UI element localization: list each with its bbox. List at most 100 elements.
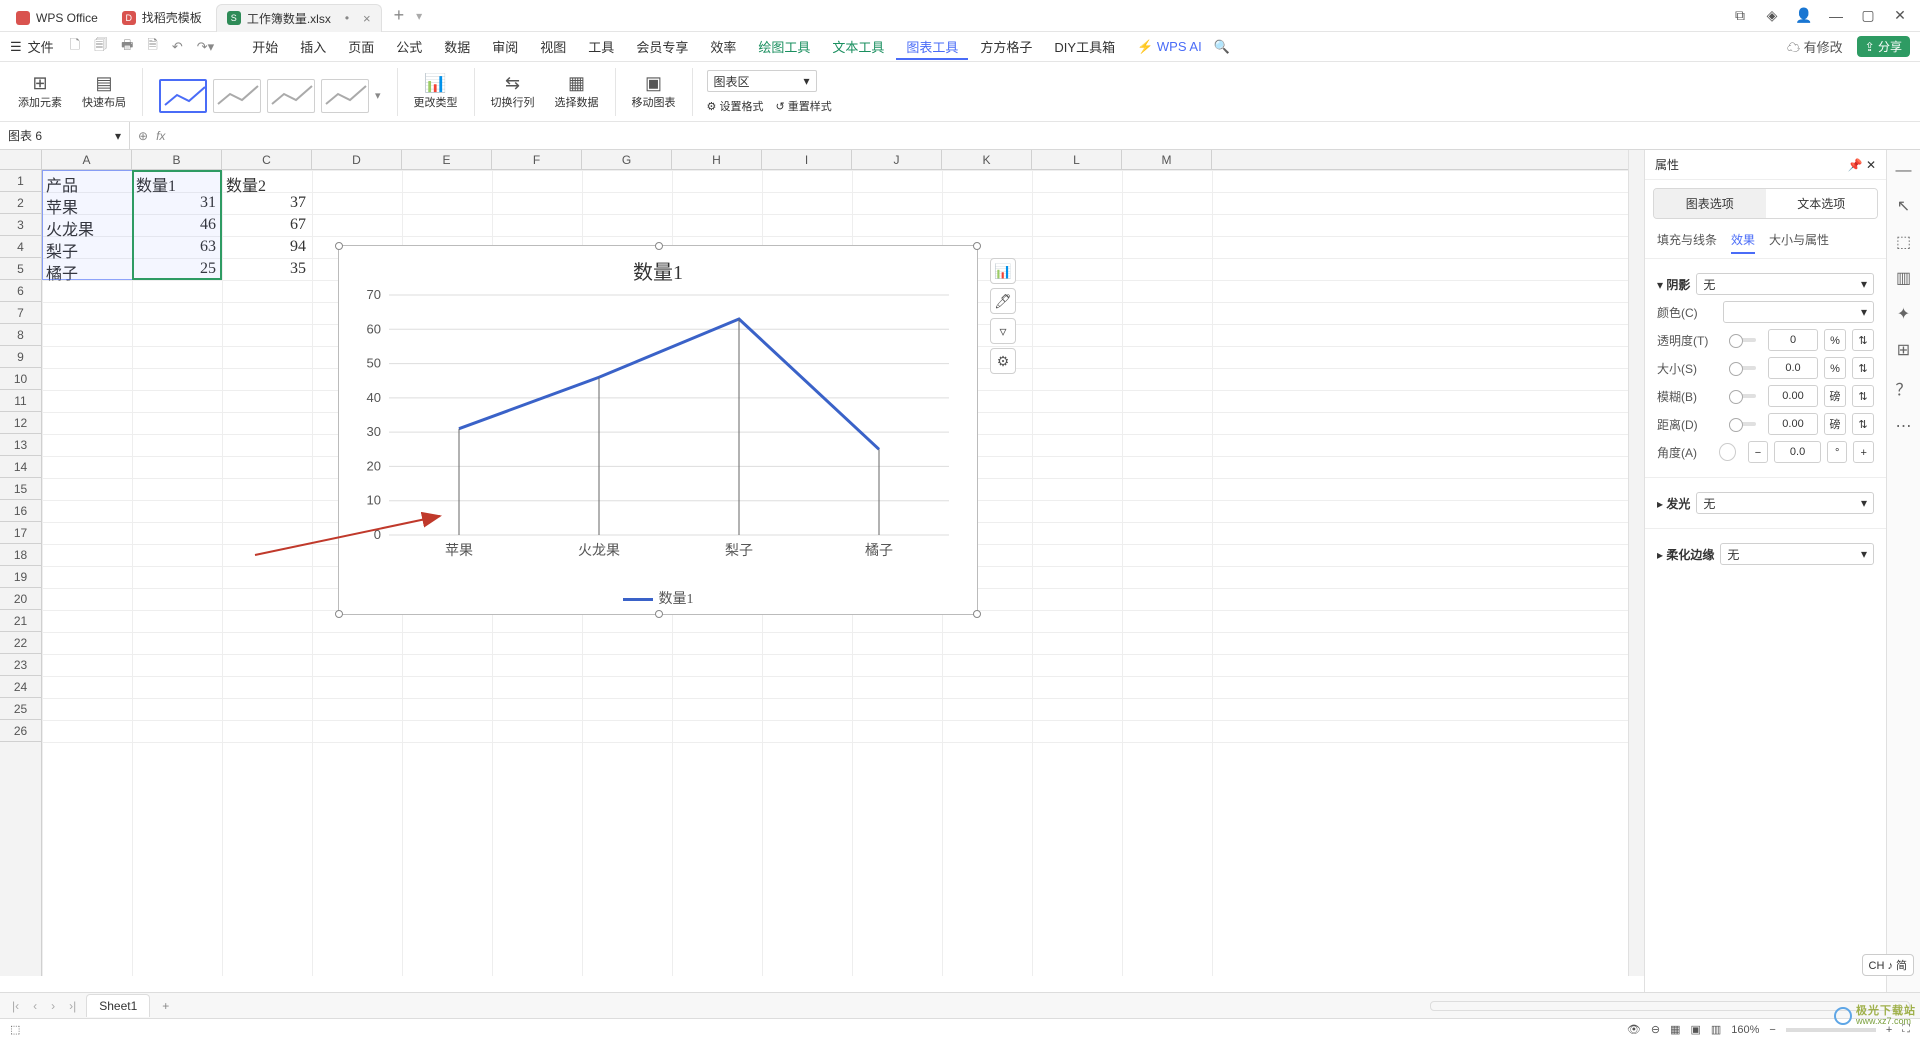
chart-style-3[interactable] (267, 79, 315, 113)
col-header[interactable]: A (42, 150, 132, 169)
size-input[interactable]: 0.0 (1768, 357, 1818, 379)
formula-input[interactable] (173, 128, 1912, 143)
window-copy-icon[interactable]: ⧉ (1726, 7, 1754, 24)
ask-tool-icon[interactable]: ？ (1895, 376, 1911, 400)
col-header[interactable]: I (762, 150, 852, 169)
row-header[interactable]: 17 (0, 522, 41, 544)
sheet-first-icon[interactable]: |‹ (8, 997, 23, 1015)
section-shadow-header[interactable]: 阴影 (1666, 278, 1690, 292)
avatar-icon[interactable]: 👤 (1790, 7, 1818, 24)
row-header[interactable]: 6 (0, 280, 41, 302)
row-header[interactable]: 7 (0, 302, 41, 324)
menu-review[interactable]: 审阅 (482, 33, 528, 60)
size-slider[interactable] (1729, 366, 1756, 370)
chart-style-button[interactable]: 🖊 (990, 288, 1016, 314)
stepper-icon[interactable]: ⇅ (1852, 413, 1874, 435)
row-header[interactable]: 20 (0, 588, 41, 610)
angle-plus-button[interactable]: + (1853, 441, 1874, 463)
row-header[interactable]: 26 (0, 720, 41, 742)
row-header[interactable]: 22 (0, 632, 41, 654)
row-header[interactable]: 8 (0, 324, 41, 346)
collapse-panel-icon[interactable]: — (1896, 162, 1912, 180)
image-tool-icon[interactable]: ⊞ (1897, 340, 1910, 360)
minimize-button[interactable]: — (1822, 8, 1850, 24)
quick-save-icon[interactable]: 🗋 (70, 36, 80, 58)
tab-close-button[interactable]: × (363, 11, 371, 26)
has-mod-button[interactable]: ☁ 有修改 (1787, 37, 1843, 56)
row-header[interactable]: 10 (0, 368, 41, 390)
row-header[interactable]: 14 (0, 456, 41, 478)
add-element-button[interactable]: ⊞ 添加元素 (10, 66, 70, 117)
col-header[interactable]: H (672, 150, 762, 169)
col-header[interactable]: G (582, 150, 672, 169)
col-header[interactable]: F (492, 150, 582, 169)
stepper-icon[interactable]: ⇅ (1852, 385, 1874, 407)
reset-style-button[interactable]: ↺ 重置样式 (775, 98, 831, 114)
status-eye-icon[interactable]: 👁 (1627, 1023, 1641, 1036)
tab-menu-icon[interactable]: ▾ (416, 9, 422, 23)
new-tab-button[interactable]: + (386, 5, 413, 26)
sheet-last-icon[interactable]: ›| (65, 997, 80, 1015)
file-menu[interactable]: ☰ 文件 (10, 37, 54, 56)
move-chart-button[interactable]: ▣ 移动图表 (624, 66, 684, 117)
quick-preview-icon[interactable]: 🗎 (147, 36, 157, 58)
subtab-size[interactable]: 大小与属性 (1769, 231, 1829, 254)
chart-style-1[interactable] (159, 79, 207, 113)
tab-wps-office[interactable]: WPS Office (6, 4, 108, 32)
menu-text-tools[interactable]: 文本工具 (822, 33, 894, 60)
chart-title[interactable]: 数量1 (339, 246, 977, 285)
panel-close-icon[interactable]: ✕ (1866, 158, 1876, 172)
shadow-preset-dropdown[interactable]: 无▾ (1696, 273, 1874, 295)
menu-data[interactable]: 数据 (434, 33, 480, 60)
row-header[interactable]: 19 (0, 566, 41, 588)
chart-settings-button[interactable]: ⚙ (990, 348, 1016, 374)
pin-icon[interactable]: 📌 (1848, 158, 1863, 172)
switch-rowcol-button[interactable]: ⇆ 切换行列 (483, 66, 543, 117)
chart-style-gallery[interactable]: ▾ (159, 79, 381, 113)
distance-slider[interactable] (1729, 422, 1756, 426)
menu-draw-tools[interactable]: 绘图工具 (748, 33, 820, 60)
redo-icon[interactable]: ↷▾ (197, 39, 214, 55)
name-box[interactable]: 图表 6 ▾ (0, 122, 130, 149)
zoom-slider[interactable] (1786, 1028, 1876, 1032)
col-header[interactable]: E (402, 150, 492, 169)
insert-function-icon[interactable]: ⊕ (138, 129, 148, 143)
row-header[interactable]: 13 (0, 434, 41, 456)
set-format-button[interactable]: ⚙ 设置格式 (707, 98, 764, 114)
col-header[interactable]: M (1122, 150, 1212, 169)
more-tools-icon[interactable]: ⋯ (1896, 416, 1912, 436)
transparency-slider[interactable] (1729, 338, 1756, 342)
change-type-button[interactable]: 📊 更改类型 (406, 66, 466, 117)
cell[interactable]: 67 (222, 216, 306, 234)
col-header[interactable]: C (222, 150, 312, 169)
angle-dial-icon[interactable] (1719, 443, 1736, 461)
close-button[interactable]: ✕ (1886, 7, 1914, 24)
status-left-icon[interactable]: ⬚ (10, 1023, 20, 1036)
menu-view[interactable]: 视图 (530, 33, 576, 60)
gallery-more-icon[interactable]: ▾ (375, 89, 381, 102)
tab-templates[interactable]: D 找稻壳模板 (112, 4, 212, 32)
view-normal-icon[interactable]: ▦ (1670, 1023, 1680, 1036)
menu-ffgz[interactable]: 方方格子 (970, 33, 1042, 60)
row-header[interactable]: 12 (0, 412, 41, 434)
col-header[interactable]: K (942, 150, 1032, 169)
tab-chart-options[interactable]: 图表选项 (1654, 189, 1766, 218)
subtab-effect[interactable]: 效果 (1731, 231, 1755, 254)
share-button[interactable]: ⇪ 分享 (1857, 36, 1910, 57)
zoom-level[interactable]: 160% (1731, 1024, 1759, 1036)
col-header[interactable]: J (852, 150, 942, 169)
sheet-prev-icon[interactable]: ‹ (29, 997, 41, 1015)
distance-input[interactable]: 0.00 (1768, 413, 1818, 435)
blur-slider[interactable] (1729, 394, 1756, 398)
row-header[interactable]: 2 (0, 192, 41, 214)
undo-icon[interactable]: ↶ (172, 39, 183, 55)
glow-preset-dropdown[interactable]: 无▾ (1696, 492, 1874, 514)
row-header[interactable]: 21 (0, 610, 41, 632)
menu-page[interactable]: 页面 (338, 33, 384, 60)
angle-input[interactable]: 0.0 (1774, 441, 1821, 463)
col-header[interactable]: D (312, 150, 402, 169)
select-all-corner[interactable] (0, 150, 42, 169)
shadow-color-dropdown[interactable]: ▾ (1723, 301, 1874, 323)
sheet-next-icon[interactable]: › (47, 997, 59, 1015)
menu-insert[interactable]: 插入 (290, 33, 336, 60)
